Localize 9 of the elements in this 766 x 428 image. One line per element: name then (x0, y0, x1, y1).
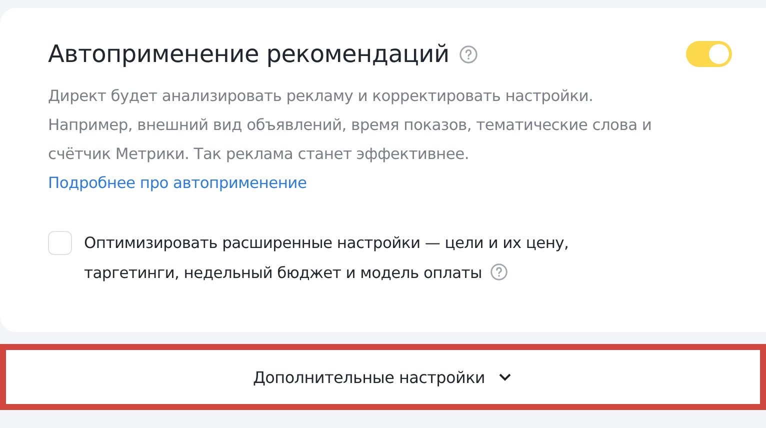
section-title: Автоприменение рекомендаций (48, 40, 450, 68)
description-text: Директ будет анализировать рекламу и корректировать настройки. Например, внешний вид объявлений, время показов, тематические слова и счётчик Метрики. Так реклама станет эффективнее. (48, 86, 653, 165)
toggle-switch[interactable] (686, 41, 732, 67)
help-icon[interactable] (459, 44, 478, 64)
checkbox-label: Оптимизировать расширенные настройки — цели и их цену, таргетинги, недельный бюджет и модель оплаты (84, 233, 570, 284)
more-settings-button[interactable]: Дополнительные настройки (0, 344, 766, 410)
more-info-link[interactable]: Подробнее про автоприменение (48, 169, 307, 198)
checkbox[interactable] (48, 231, 72, 255)
help-icon[interactable] (490, 263, 508, 281)
